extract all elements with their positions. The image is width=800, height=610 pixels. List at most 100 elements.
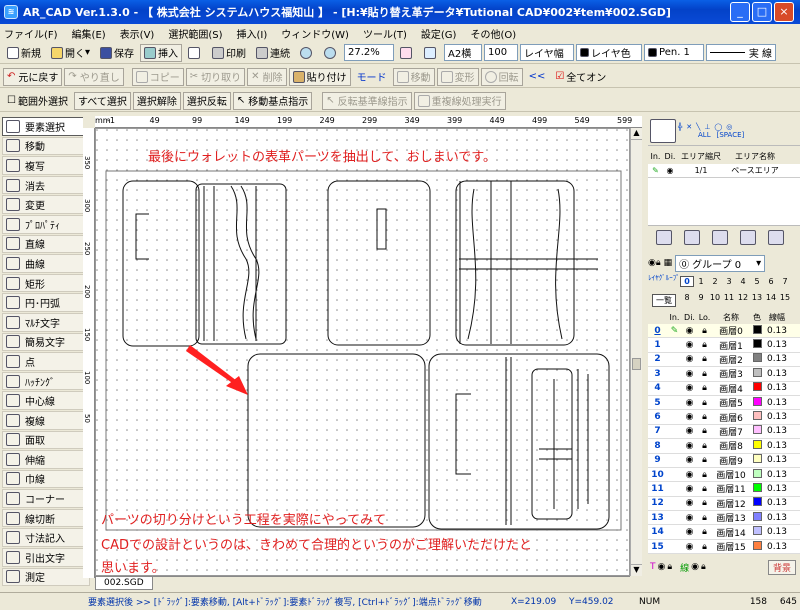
tool-copy[interactable]: 複写	[2, 156, 90, 175]
zoom-out-button[interactable]	[320, 44, 342, 62]
tool-hatching[interactable]: ﾊｯﾁﾝｸﾞ	[2, 371, 90, 391]
layer-row[interactable]: 10 ◉ 🔒︎ 画層10 0.13	[648, 467, 800, 483]
menu-edit[interactable]: 編集(E)	[72, 26, 106, 41]
minimize-button[interactable]: _	[730, 2, 750, 22]
layer-lock-icon[interactable]: 🔒︎	[697, 513, 712, 523]
dropdown-arrow-icon[interactable]: ▾	[756, 258, 761, 269]
line-visibility-label[interactable]: 線	[680, 561, 689, 574]
layer-lock-icon[interactable]: 🔒︎	[697, 498, 712, 508]
tool-widthline[interactable]: 巾線	[2, 469, 90, 489]
layer-lock-icon[interactable]: 🔒︎	[697, 542, 712, 552]
move-button[interactable]: 移動	[392, 67, 435, 86]
snap-grid-icon[interactable]: ╬	[678, 123, 682, 131]
tool-curve[interactable]: 曲線	[2, 254, 90, 273]
linewidth-select[interactable]: レイヤ幅	[520, 44, 575, 61]
grid-snap-icon[interactable]	[650, 118, 676, 143]
layer-row[interactable]: 7 ◉ 🔒︎ 画層7 0.13	[648, 424, 800, 440]
layer-row[interactable]: 8 ◉ 🔒︎ 画層8 0.13	[648, 439, 800, 454]
insert-button[interactable]: 挿入	[140, 43, 183, 62]
layer-group-number[interactable]: 8	[680, 293, 694, 302]
layer-color-cell[interactable]	[750, 454, 764, 466]
layer-eye-icon[interactable]: ◉	[682, 354, 697, 364]
snap-circle-icon[interactable]: ◎	[726, 123, 732, 131]
layer-group-number[interactable]: 6	[764, 277, 778, 286]
text-eye-icon[interactable]: ◉	[658, 562, 666, 572]
layer-eye-icon[interactable]: ◉	[682, 455, 697, 465]
tool-leadertext[interactable]: 引出文字	[2, 548, 90, 567]
layer-list-button[interactable]: 一覧	[652, 294, 676, 307]
layer-group-number[interactable]: 7	[778, 277, 792, 286]
tool-rectangle[interactable]: 矩形	[2, 273, 90, 293]
deselect-button[interactable]: 選択解除	[132, 91, 181, 110]
layer-lock-icon[interactable]: 🔒︎	[697, 484, 712, 494]
tool-corner[interactable]: コーナー	[2, 489, 90, 508]
snap-line-icon[interactable]: ╲	[696, 123, 700, 131]
layer-row[interactable]: 2 ◉ 🔒︎ 画層2 0.13	[648, 352, 800, 368]
print-button[interactable]: 印刷	[208, 44, 250, 62]
area-edit-icon[interactable]	[684, 230, 700, 245]
group-lock-icon[interactable]: 🔒︎	[656, 258, 661, 268]
layer-color-cell[interactable]	[750, 411, 764, 423]
scroll-up-arrow-icon[interactable]: ▲	[631, 128, 642, 140]
layer-eye-icon[interactable]: ◉	[682, 470, 697, 480]
layer-color-cell[interactable]	[750, 425, 764, 437]
layer-group-number[interactable]: 3	[722, 277, 736, 286]
continuous-button[interactable]: 連続	[252, 44, 294, 62]
tool-measure[interactable]: 測定	[2, 567, 90, 587]
layer-lock-icon[interactable]: 🔒︎	[697, 354, 712, 364]
layer-eye-icon[interactable]: ◉	[682, 498, 697, 508]
text-visibility-icon[interactable]: T	[650, 562, 656, 572]
layer-lock-icon[interactable]: 🔒︎	[697, 527, 712, 537]
layer-eye-icon[interactable]: ◉	[682, 369, 697, 379]
layer-row[interactable]: 4 ◉ 🔒︎ 画層4 0.13	[648, 381, 800, 396]
layer-eye-icon[interactable]: ◉	[682, 326, 697, 336]
text-lock-icon[interactable]: 🔒︎	[667, 562, 672, 572]
document-tab[interactable]: 002.SGD	[95, 577, 153, 590]
area-settings-icon[interactable]	[768, 230, 784, 245]
paste-button[interactable]: 貼り付け	[288, 67, 351, 86]
collapse-icon[interactable]: <<	[525, 68, 550, 86]
tool-erase[interactable]: 消去	[2, 175, 90, 195]
layer-eye-icon[interactable]: ◉	[682, 398, 697, 408]
menu-window[interactable]: ウィンドウ(W)	[281, 26, 349, 41]
reverse-base-button[interactable]: ↖ 反転基準線指示	[322, 91, 412, 110]
tool-simpletext[interactable]: 簡易文字	[2, 332, 90, 352]
area-copy-icon[interactable]	[712, 230, 728, 245]
cut-button[interactable]: ✂ 切り取り	[185, 67, 246, 86]
layer-lock-icon[interactable]: 🔒︎	[697, 412, 712, 422]
layer-lock-icon[interactable]: 🔒︎	[697, 470, 712, 480]
scroll-thumb[interactable]	[632, 358, 641, 370]
select-all-button[interactable]: すべて選択	[73, 91, 131, 110]
group-eye-icon[interactable]: ◉	[648, 258, 656, 268]
preview-button[interactable]	[184, 44, 206, 62]
area-add-icon[interactable]	[656, 230, 672, 245]
group-list-icon[interactable]: ▦	[664, 258, 673, 268]
layer-group-number[interactable]: 4	[736, 277, 750, 286]
tool-offsetline[interactable]: 複線	[2, 410, 90, 430]
save-button[interactable]: 保存	[96, 44, 138, 62]
layer-eye-icon[interactable]: ◉	[682, 412, 697, 422]
paper-select[interactable]: A2横	[444, 44, 483, 61]
tool-circle[interactable]: 円･円弧	[2, 293, 90, 312]
outside-select-checkbox[interactable]: ☐ 範囲外選択	[3, 92, 72, 110]
linetype-select[interactable]: 実 線	[706, 44, 777, 61]
rotate-button[interactable]: 回転	[480, 67, 523, 86]
layer-eye-icon[interactable]: ◉	[682, 484, 697, 494]
eye-icon[interactable]: ◉	[663, 166, 677, 175]
tool-dimension[interactable]: 寸法記入	[2, 528, 90, 548]
layer-row[interactable]: 1 ◉ 🔒︎ 画層1 0.13	[648, 338, 800, 353]
close-button[interactable]: ×	[774, 2, 794, 22]
layer-row[interactable]: 6 ◉ 🔒︎ 画層6 0.13	[648, 410, 800, 425]
open-button[interactable]: 開く ▾	[47, 44, 94, 62]
line-eye-icon[interactable]: ◉	[691, 562, 699, 572]
layer-lock-icon[interactable]: 🔒︎	[697, 455, 712, 465]
menu-selection[interactable]: 選択範囲(S)	[168, 26, 222, 41]
layer-color-cell[interactable]	[750, 353, 764, 365]
layer-row[interactable]: 0 ✎ ◉ 🔒︎ 画層0 0.13	[648, 324, 800, 339]
menu-view[interactable]: 表示(V)	[120, 26, 155, 41]
color-select[interactable]: レイヤ色	[576, 44, 643, 61]
app-icon[interactable]: ≋	[4, 5, 18, 19]
layer-lock-icon[interactable]: 🔒︎	[697, 340, 712, 350]
all-on-checkbox[interactable]: ☑ 全てオン	[551, 68, 610, 86]
tool-move[interactable]: 移動	[2, 136, 90, 156]
